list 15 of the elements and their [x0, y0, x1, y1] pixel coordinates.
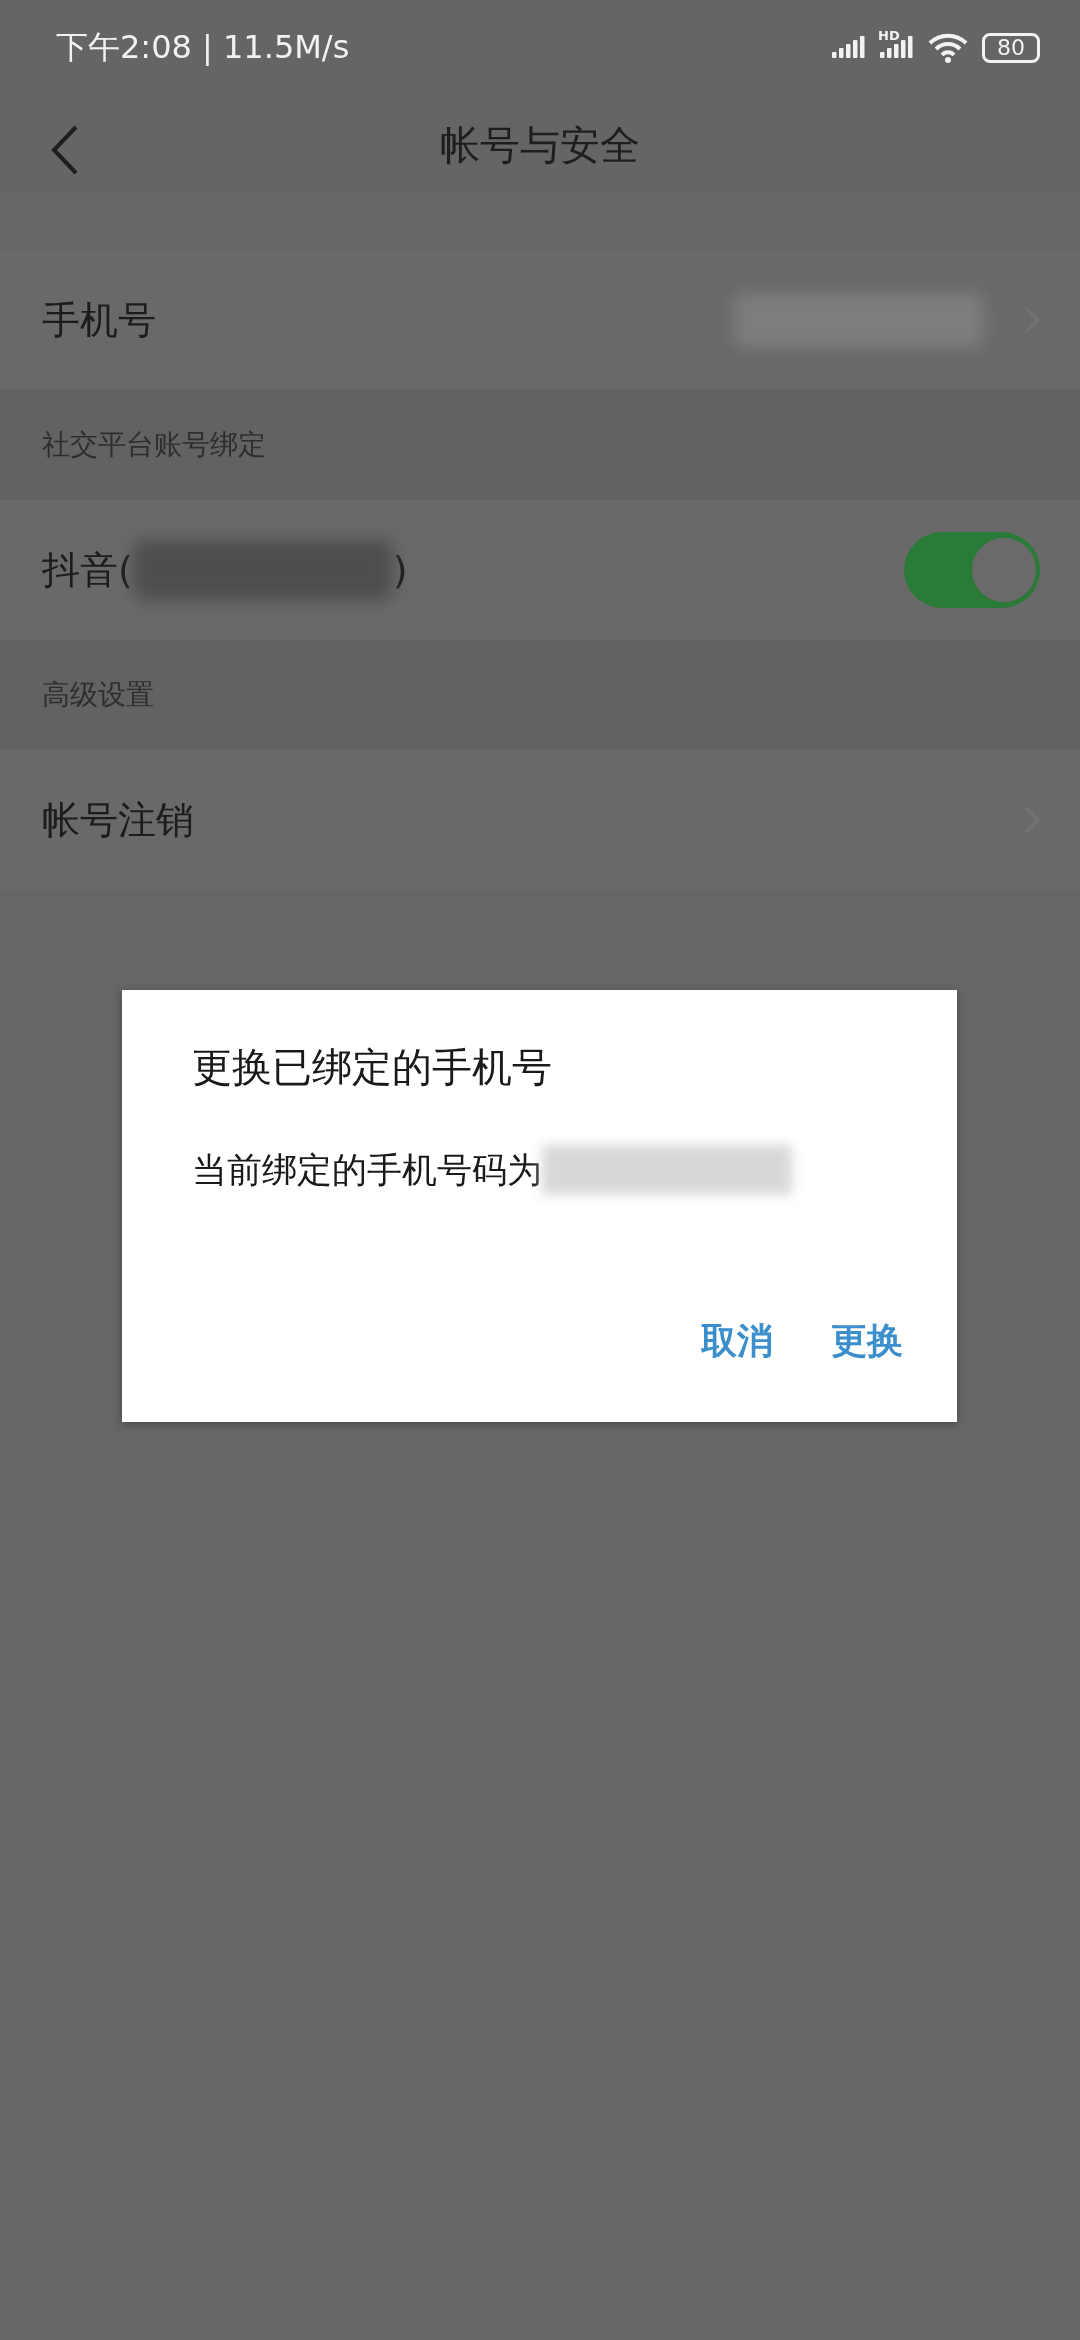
row-label: 帐号注销 [42, 796, 194, 844]
dialog-button[interactable]: 更换 [827, 1309, 907, 1374]
wifi-icon [928, 32, 968, 63]
page-title: 帐号与安全 [440, 120, 640, 170]
battery-indicator: 80 [982, 32, 1040, 63]
row-label: 抖音( [42, 546, 133, 594]
dialog-message: 当前绑定的手机号码为 [192, 1148, 542, 1192]
row-label: ) [392, 548, 408, 592]
back-icon[interactable] [50, 125, 80, 175]
dialog-button[interactable]: 取消 [697, 1309, 777, 1374]
status-text: 下午2:08 | 11.5M/s [56, 26, 351, 68]
dialog-title: 更换已绑定的手机号 [192, 1043, 553, 1092]
hd-label: HD [878, 27, 900, 43]
signal-icon [832, 35, 866, 60]
row-label: 手机号 [42, 296, 156, 344]
